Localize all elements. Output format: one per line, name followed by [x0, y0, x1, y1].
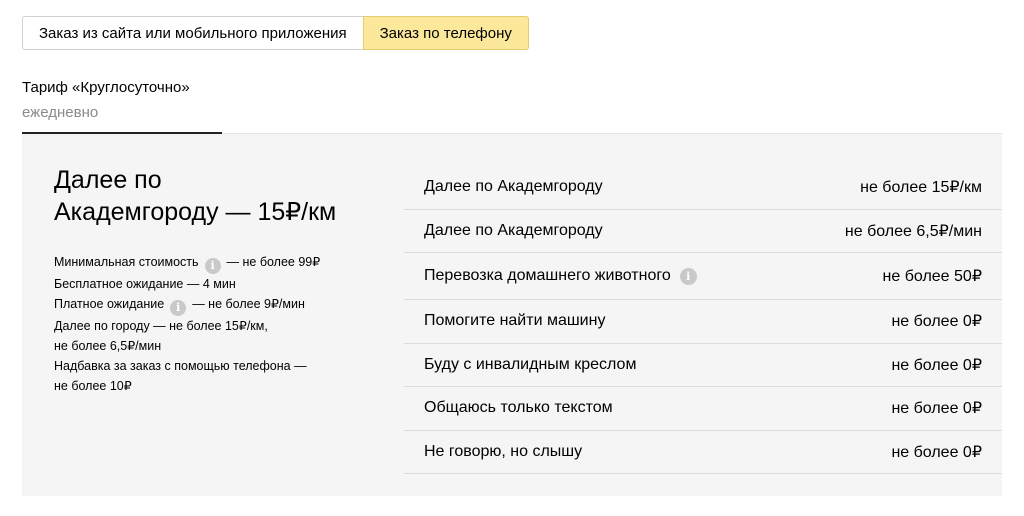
rate-row: Помогите найти машину не более 0₽	[404, 300, 1002, 344]
headline-line-1: Далее по	[54, 166, 162, 194]
rate-value: не более 0₽	[891, 356, 982, 374]
rates-list: Далее по Академгороду не более 15₽/км Да…	[404, 166, 1002, 474]
headline-line-2: Академгороду — 15₽/км	[54, 198, 337, 226]
rate-value: не более 15₽/км	[860, 179, 982, 197]
paid-wait-label: Платное ожидание	[54, 297, 165, 311]
min-cost-line: Минимальная стоимость i — не более 99₽	[54, 252, 394, 274]
city-rate-line-2: не более 6,5₽/мин	[54, 339, 162, 353]
tariff-headline: Далее по Академгороду — 15₽/км	[54, 164, 394, 228]
tariff-summary: Далее по Академгороду — 15₽/км Минимальн…	[54, 164, 394, 396]
rate-label: Перевозка домашнего животного	[424, 267, 671, 284]
info-icon[interactable]: i	[204, 258, 221, 274]
rate-row: Далее по Академгороду не более 15₽/км	[404, 166, 1002, 210]
rate-value: не более 50₽	[882, 268, 982, 285]
rate-row: Далее по Академгороду не более 6,5₽/мин	[404, 210, 1002, 253]
city-rate-line-1: Далее по городу — не более 15₽/км,	[54, 319, 268, 333]
phone-fee-line-2: не более 10₽	[54, 379, 132, 393]
rate-row: Буду с инвалидным креслом не более 0₽	[404, 344, 1002, 387]
rate-label: Общаюсь только текстом	[424, 399, 613, 417]
rate-label-with-info: Перевозка домашнего животного i	[424, 267, 703, 285]
rate-value: не более 0₽	[891, 400, 982, 418]
tab-phone-order[interactable]: Заказ по телефону	[362, 16, 529, 50]
phone-fee-line-1: Надбавка за заказ с помощью телефона —	[54, 359, 307, 373]
order-type-tabs: Заказ из сайта или мобильного приложения…	[22, 16, 529, 50]
rate-label: Далее по Академгороду	[424, 221, 603, 239]
tariff-tab-round-the-clock[interactable]: Тариф «Круглосуточно» ежедневно	[22, 78, 222, 134]
min-cost-label: Минимальная стоимость	[54, 255, 199, 269]
rate-value: не более 6,5₽/мин	[844, 222, 982, 240]
free-wait-line: Бесплатное ожидание — 4 мин	[54, 277, 236, 291]
paid-wait-value: — не более 9₽/мин	[192, 297, 305, 311]
tariff-schedule: ежедневно	[22, 104, 99, 121]
rate-value: не более 0₽	[891, 443, 982, 461]
rate-label: Не говорю, но слышу	[424, 442, 583, 460]
rate-row: Перевозка домашнего животного i не более …	[404, 253, 1002, 300]
rate-label: Далее по Академгороду	[424, 178, 603, 196]
rate-value: не более 0₽	[891, 313, 982, 331]
paid-wait-line: Платное ожидание i — не более 9₽/мин	[54, 294, 394, 316]
info-icon[interactable]: i	[170, 300, 187, 316]
min-cost-value: — не более 99₽	[226, 255, 321, 269]
rate-label: Помогите найти машину	[424, 312, 606, 330]
info-icon[interactable]: i	[679, 267, 697, 285]
rate-label: Буду с инвалидным креслом	[424, 355, 637, 373]
tab-site-or-app[interactable]: Заказ из сайта или мобильного приложения	[22, 16, 364, 50]
rate-row: Общаюсь только текстом не более 0₽	[404, 387, 1002, 431]
tariff-name: Тариф «Круглосуточно»	[22, 79, 190, 96]
tariff-details: Минимальная стоимость i — не более 99₽ Бес…	[54, 252, 394, 396]
rate-row: Не говорю, но слышу не более 0₽	[404, 431, 1002, 474]
tariff-panel: Далее по Академгороду — 15₽/км Минимальн…	[22, 134, 1002, 496]
